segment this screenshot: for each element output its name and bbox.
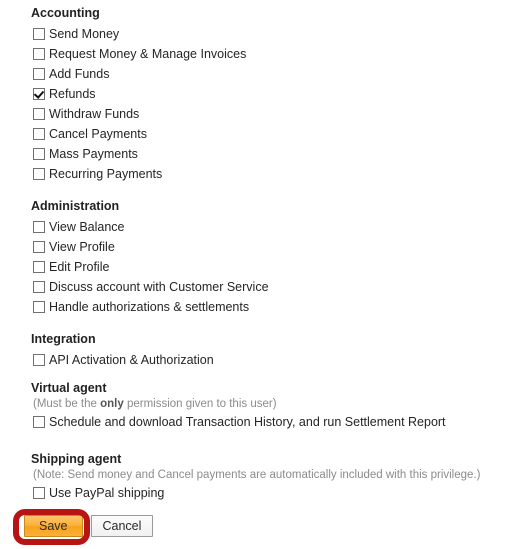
checkbox-api-activation-authorization[interactable] <box>33 354 45 366</box>
option-label: API Activation & Authorization <box>49 353 214 367</box>
list-item[interactable]: View Balance <box>31 217 269 237</box>
option-label: Cancel Payments <box>49 127 147 141</box>
option-label: Add Funds <box>49 67 110 81</box>
permissions-form: Accounting Send Money Request Money & Ma… <box>0 0 518 549</box>
option-label: Discuss account with Customer Service <box>49 280 269 294</box>
checkbox-withdraw-funds[interactable] <box>33 108 45 120</box>
list-item[interactable]: Refunds <box>31 84 246 104</box>
option-list-integration: API Activation & Authorization <box>31 350 214 370</box>
list-item[interactable]: Discuss account with Customer Service <box>31 277 269 297</box>
option-label: Use PayPal shipping <box>49 486 165 500</box>
note-emphasis: only <box>100 398 124 410</box>
checkbox-view-profile[interactable] <box>33 241 45 253</box>
save-button[interactable]: Save <box>24 515 83 537</box>
checkbox-handle-authorizations-settlements[interactable] <box>33 301 45 313</box>
option-list-administration: View Balance View Profile Edit Profile D… <box>31 217 269 317</box>
option-label: Request Money & Manage Invoices <box>49 47 247 61</box>
option-label: View Balance <box>49 220 125 234</box>
option-label: View Profile <box>49 240 115 254</box>
checkbox-refunds[interactable] <box>33 88 45 100</box>
section-title-shipping-agent: Shipping agent <box>31 452 122 466</box>
option-label: Recurring Payments <box>49 167 163 181</box>
list-item[interactable]: Handle authorizations & settlements <box>31 297 269 317</box>
checkbox-edit-profile[interactable] <box>33 261 45 273</box>
section-shipping-agent: Shipping agent (Note: Send money and Can… <box>0 452 480 503</box>
checkbox-recurring-payments[interactable] <box>33 168 45 180</box>
section-note-shipping-agent: (Note: Send money and Cancel payments ar… <box>33 469 481 481</box>
note-text-after: permission given to this user) <box>123 398 277 410</box>
list-item[interactable]: Use PayPal shipping <box>31 483 480 503</box>
option-label: Send Money <box>49 27 120 41</box>
list-item[interactable]: API Activation & Authorization <box>31 350 214 370</box>
section-administration: Administration View Balance View Profile… <box>0 199 269 317</box>
option-label: Schedule and download Transaction Histor… <box>49 415 446 429</box>
note-text-before: (Must be the <box>33 398 101 410</box>
list-item[interactable]: Recurring Payments <box>31 164 246 184</box>
checkbox-mass-payments[interactable] <box>33 148 45 160</box>
section-title-administration: Administration <box>31 199 120 213</box>
option-label: Edit Profile <box>49 260 110 274</box>
checkbox-use-paypal-shipping[interactable] <box>33 487 45 499</box>
section-virtual-agent: Virtual agent (Must be the only permissi… <box>0 381 446 432</box>
list-item[interactable]: Send Money <box>31 24 246 44</box>
checkbox-add-funds[interactable] <box>33 68 45 80</box>
section-title-accounting: Accounting <box>31 6 100 20</box>
option-label: Refunds <box>49 87 96 101</box>
section-accounting: Accounting Send Money Request Money & Ma… <box>0 6 246 184</box>
list-item[interactable]: Withdraw Funds <box>31 104 246 124</box>
option-label: Mass Payments <box>49 147 138 161</box>
section-title-integration: Integration <box>31 332 96 346</box>
form-actions: Save Cancel <box>0 515 154 537</box>
cancel-button[interactable]: Cancel <box>90 515 154 537</box>
section-integration: Integration API Activation & Authorizati… <box>0 332 214 370</box>
checkbox-cancel-payments[interactable] <box>33 128 45 140</box>
checkbox-request-money-manage-invoices[interactable] <box>33 48 45 60</box>
list-item[interactable]: Request Money & Manage Invoices <box>31 44 246 64</box>
list-item[interactable]: Schedule and download Transaction Histor… <box>31 412 446 432</box>
option-label: Withdraw Funds <box>49 107 140 121</box>
option-list-virtual-agent: Schedule and download Transaction Histor… <box>31 412 446 432</box>
checkbox-schedule-download-transaction-history[interactable] <box>33 416 45 428</box>
list-item[interactable]: Edit Profile <box>31 257 269 277</box>
checkbox-view-balance[interactable] <box>33 221 45 233</box>
list-item[interactable]: Mass Payments <box>31 144 246 164</box>
section-note-virtual-agent: (Must be the only permission given to th… <box>31 395 446 412</box>
section-title-virtual-agent: Virtual agent <box>31 381 107 395</box>
option-label: Handle authorizations & settlements <box>49 300 250 314</box>
checkbox-send-money[interactable] <box>33 28 45 40</box>
option-list-accounting: Send Money Request Money & Manage Invoic… <box>31 24 246 184</box>
option-list-shipping-agent: Use PayPal shipping <box>31 483 480 503</box>
list-item[interactable]: View Profile <box>31 237 269 257</box>
list-item[interactable]: Cancel Payments <box>31 124 246 144</box>
list-item[interactable]: Add Funds <box>31 64 246 84</box>
checkbox-discuss-account-with-customer-service[interactable] <box>33 281 45 293</box>
